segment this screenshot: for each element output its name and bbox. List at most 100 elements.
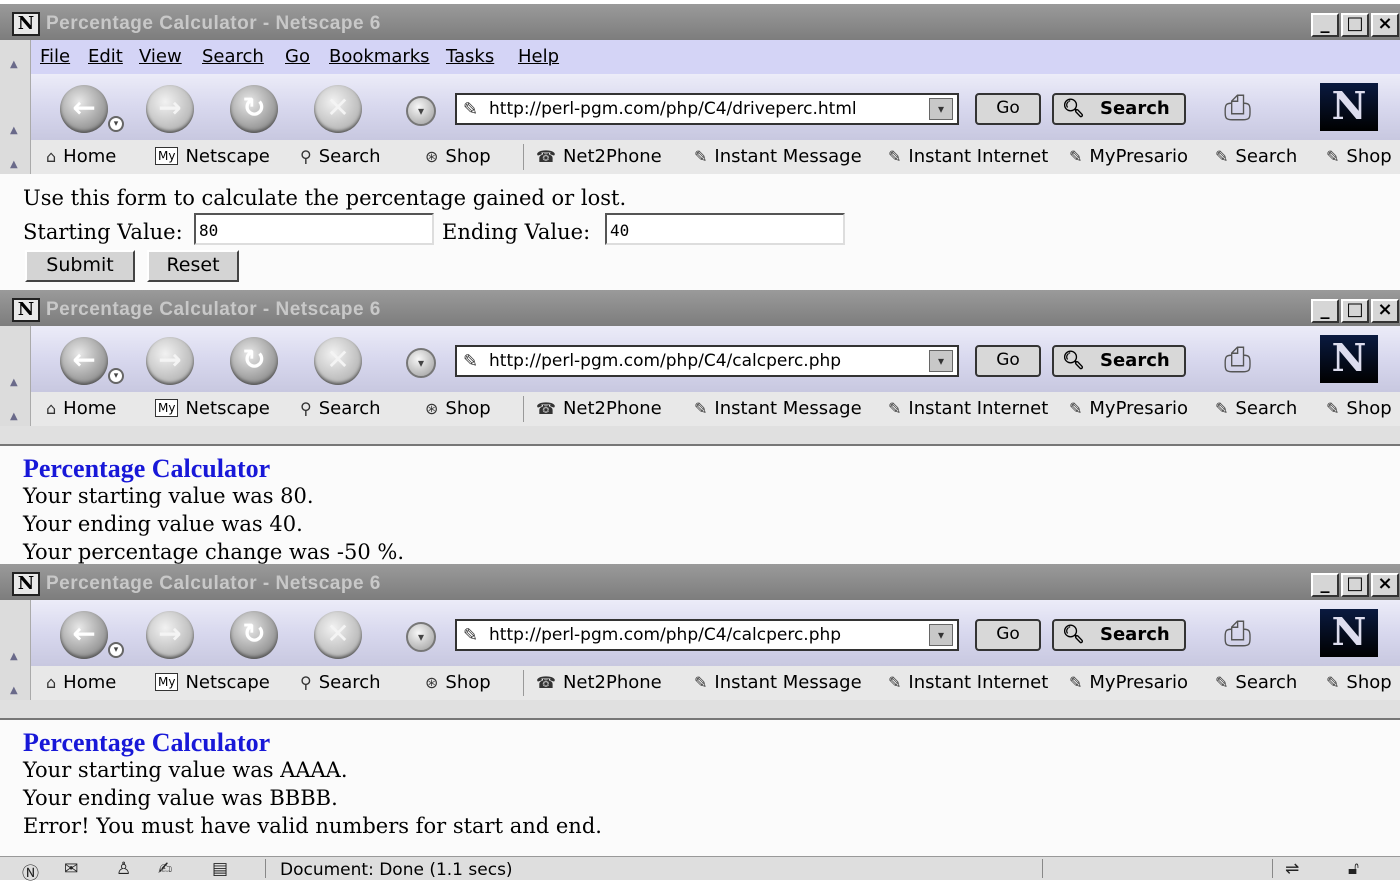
navbar-grip[interactable]: ▲ — [0, 74, 31, 140]
ptb-shop-2[interactable]: ✎ Shop — [1326, 398, 1392, 419]
search-button[interactable]: 🔍︎ Search — [1052, 93, 1186, 125]
security-lock-icon[interactable]: 🔓︎ — [1348, 859, 1359, 879]
address-book-icon[interactable]: ▤ — [212, 859, 228, 879]
close-button[interactable]: × — [1371, 299, 1399, 323]
back-dropdown-icon[interactable]: ▾ — [108, 642, 124, 658]
minimize-button[interactable]: _ — [1311, 13, 1339, 37]
ptb-net2phone[interactable]: ☎ Net2Phone — [536, 398, 662, 419]
personal-toolbar-grip[interactable]: ▲ — [0, 140, 31, 174]
reset-button[interactable]: Reset — [147, 250, 239, 282]
ptb-netscape[interactable]: My Netscape — [155, 398, 270, 419]
url-bar[interactable]: ✎ ▾ — [455, 619, 959, 651]
ptb-shop-2[interactable]: ✎ Shop — [1326, 672, 1392, 693]
navbar-grip[interactable]: ▲ — [0, 326, 31, 392]
forward-button[interactable]: → — [146, 337, 194, 385]
go-button[interactable]: Go — [975, 619, 1041, 651]
stop-button[interactable]: ✕ — [314, 611, 362, 659]
menubar-grip[interactable]: ▲ — [0, 40, 31, 74]
url-history-icon[interactable]: ▾ — [406, 348, 436, 378]
menu-tasks[interactable]: Tasks — [446, 46, 494, 67]
menu-help[interactable]: Help — [518, 46, 559, 67]
netscape-throbber-logo[interactable]: N — [1320, 83, 1378, 131]
netscape-throbber-logo[interactable]: N — [1320, 609, 1378, 657]
reload-button[interactable]: ↻ — [230, 337, 278, 385]
forward-button[interactable]: → — [146, 611, 194, 659]
ptb-search-2[interactable]: ✎ Search — [1215, 398, 1297, 419]
url-input[interactable] — [489, 349, 919, 373]
ptb-instant-message[interactable]: ✎ Instant Message — [694, 398, 862, 419]
ptb-netscape[interactable]: My Netscape — [155, 146, 270, 167]
personal-toolbar-grip[interactable]: ▲ — [0, 392, 31, 426]
stop-button[interactable]: ✕ — [314, 337, 362, 385]
maximize-button[interactable]: □ — [1341, 573, 1369, 597]
close-button[interactable]: × — [1371, 573, 1399, 597]
url-input[interactable] — [489, 623, 919, 647]
menu-file[interactable]: File — [40, 46, 70, 67]
title-bar[interactable]: N Percentage Calculator - Netscape 6 _ □… — [0, 564, 1400, 600]
ptb-shop-2[interactable]: ✎ Shop — [1326, 146, 1392, 167]
url-bar[interactable]: ✎ ▾ — [455, 93, 959, 125]
back-button[interactable]: ← — [60, 337, 108, 385]
stop-button[interactable]: ✕ — [314, 85, 362, 133]
back-button[interactable]: ← — [60, 611, 108, 659]
mail-icon[interactable]: ✉ — [64, 859, 78, 879]
ptb-search[interactable]: ⚲ Search — [300, 672, 381, 693]
collapsed-toolbar-bar[interactable] — [0, 426, 1400, 446]
ptb-net2phone[interactable]: ☎ Net2Phone — [536, 672, 662, 693]
ptb-instant-internet[interactable]: ✎ Instant Internet — [888, 672, 1048, 693]
url-dropdown-icon[interactable]: ▾ — [929, 624, 953, 646]
menu-view[interactable]: View — [139, 46, 182, 67]
page-proxy-icon[interactable]: ✎ — [463, 99, 478, 120]
page-proxy-icon[interactable]: ✎ — [463, 625, 478, 646]
page-proxy-icon[interactable]: ✎ — [463, 351, 478, 372]
submit-button[interactable]: Submit — [25, 250, 135, 282]
ptb-search-2[interactable]: ✎ Search — [1215, 146, 1297, 167]
close-button[interactable]: × — [1371, 13, 1399, 37]
maximize-button[interactable]: □ — [1341, 299, 1369, 323]
ptb-search[interactable]: ⚲ Search — [300, 146, 381, 167]
personal-toolbar-grip[interactable]: ▲ — [0, 666, 31, 700]
ptb-instant-internet[interactable]: ✎ Instant Internet — [888, 146, 1048, 167]
navigator-icon[interactable]: Ⓝ — [22, 859, 39, 884]
ptb-instant-internet[interactable]: ✎ Instant Internet — [888, 398, 1048, 419]
url-bar[interactable]: ✎ ▾ — [455, 345, 959, 377]
navbar-grip[interactable]: ▲ — [0, 600, 31, 666]
reload-button[interactable]: ↻ — [230, 611, 278, 659]
url-input[interactable] — [489, 97, 919, 121]
ptb-search-2[interactable]: ✎ Search — [1215, 672, 1297, 693]
ptb-netscape[interactable]: My Netscape — [155, 672, 270, 693]
url-history-icon[interactable]: ▾ — [406, 622, 436, 652]
ptb-home[interactable]: ⌂ Home — [46, 672, 116, 693]
back-dropdown-icon[interactable]: ▾ — [108, 368, 124, 384]
ptb-mypresario[interactable]: ✎ MyPresario — [1069, 672, 1188, 693]
back-dropdown-icon[interactable]: ▾ — [108, 116, 124, 132]
url-dropdown-icon[interactable]: ▾ — [929, 98, 953, 120]
title-bar[interactable]: N Percentage Calculator - Netscape 6 _ □… — [0, 290, 1400, 326]
menu-go[interactable]: Go — [285, 46, 310, 67]
ending-value-input[interactable] — [605, 213, 845, 245]
go-button[interactable]: Go — [975, 93, 1041, 125]
ptb-instant-message[interactable]: ✎ Instant Message — [694, 146, 862, 167]
menu-edit[interactable]: Edit — [88, 46, 123, 67]
forward-button[interactable]: → — [146, 85, 194, 133]
maximize-button[interactable]: □ — [1341, 13, 1369, 37]
minimize-button[interactable]: _ — [1311, 299, 1339, 323]
search-button[interactable]: 🔍︎ Search — [1052, 345, 1186, 377]
go-button[interactable]: Go — [975, 345, 1041, 377]
ptb-mypresario[interactable]: ✎ MyPresario — [1069, 398, 1188, 419]
ptb-instant-message[interactable]: ✎ Instant Message — [694, 672, 862, 693]
minimize-button[interactable]: _ — [1311, 573, 1339, 597]
collapsed-toolbar-bar[interactable] — [0, 700, 1400, 720]
ptb-net2phone[interactable]: ☎ Net2Phone — [536, 146, 662, 167]
url-history-icon[interactable]: ▾ — [406, 96, 436, 126]
menu-search[interactable]: Search — [202, 46, 264, 67]
url-dropdown-icon[interactable]: ▾ — [929, 350, 953, 372]
ptb-search[interactable]: ⚲ Search — [300, 398, 381, 419]
print-icon[interactable]: ⎙ — [1224, 340, 1294, 384]
reload-button[interactable]: ↻ — [230, 85, 278, 133]
starting-value-input[interactable] — [194, 213, 434, 245]
ptb-home[interactable]: ⌂ Home — [46, 398, 116, 419]
title-bar[interactable]: N Percentage Calculator - Netscape 6 _ □… — [0, 4, 1400, 40]
ptb-shop[interactable]: ⊛ Shop — [425, 398, 491, 419]
ptb-home[interactable]: ⌂ Home — [46, 146, 116, 167]
